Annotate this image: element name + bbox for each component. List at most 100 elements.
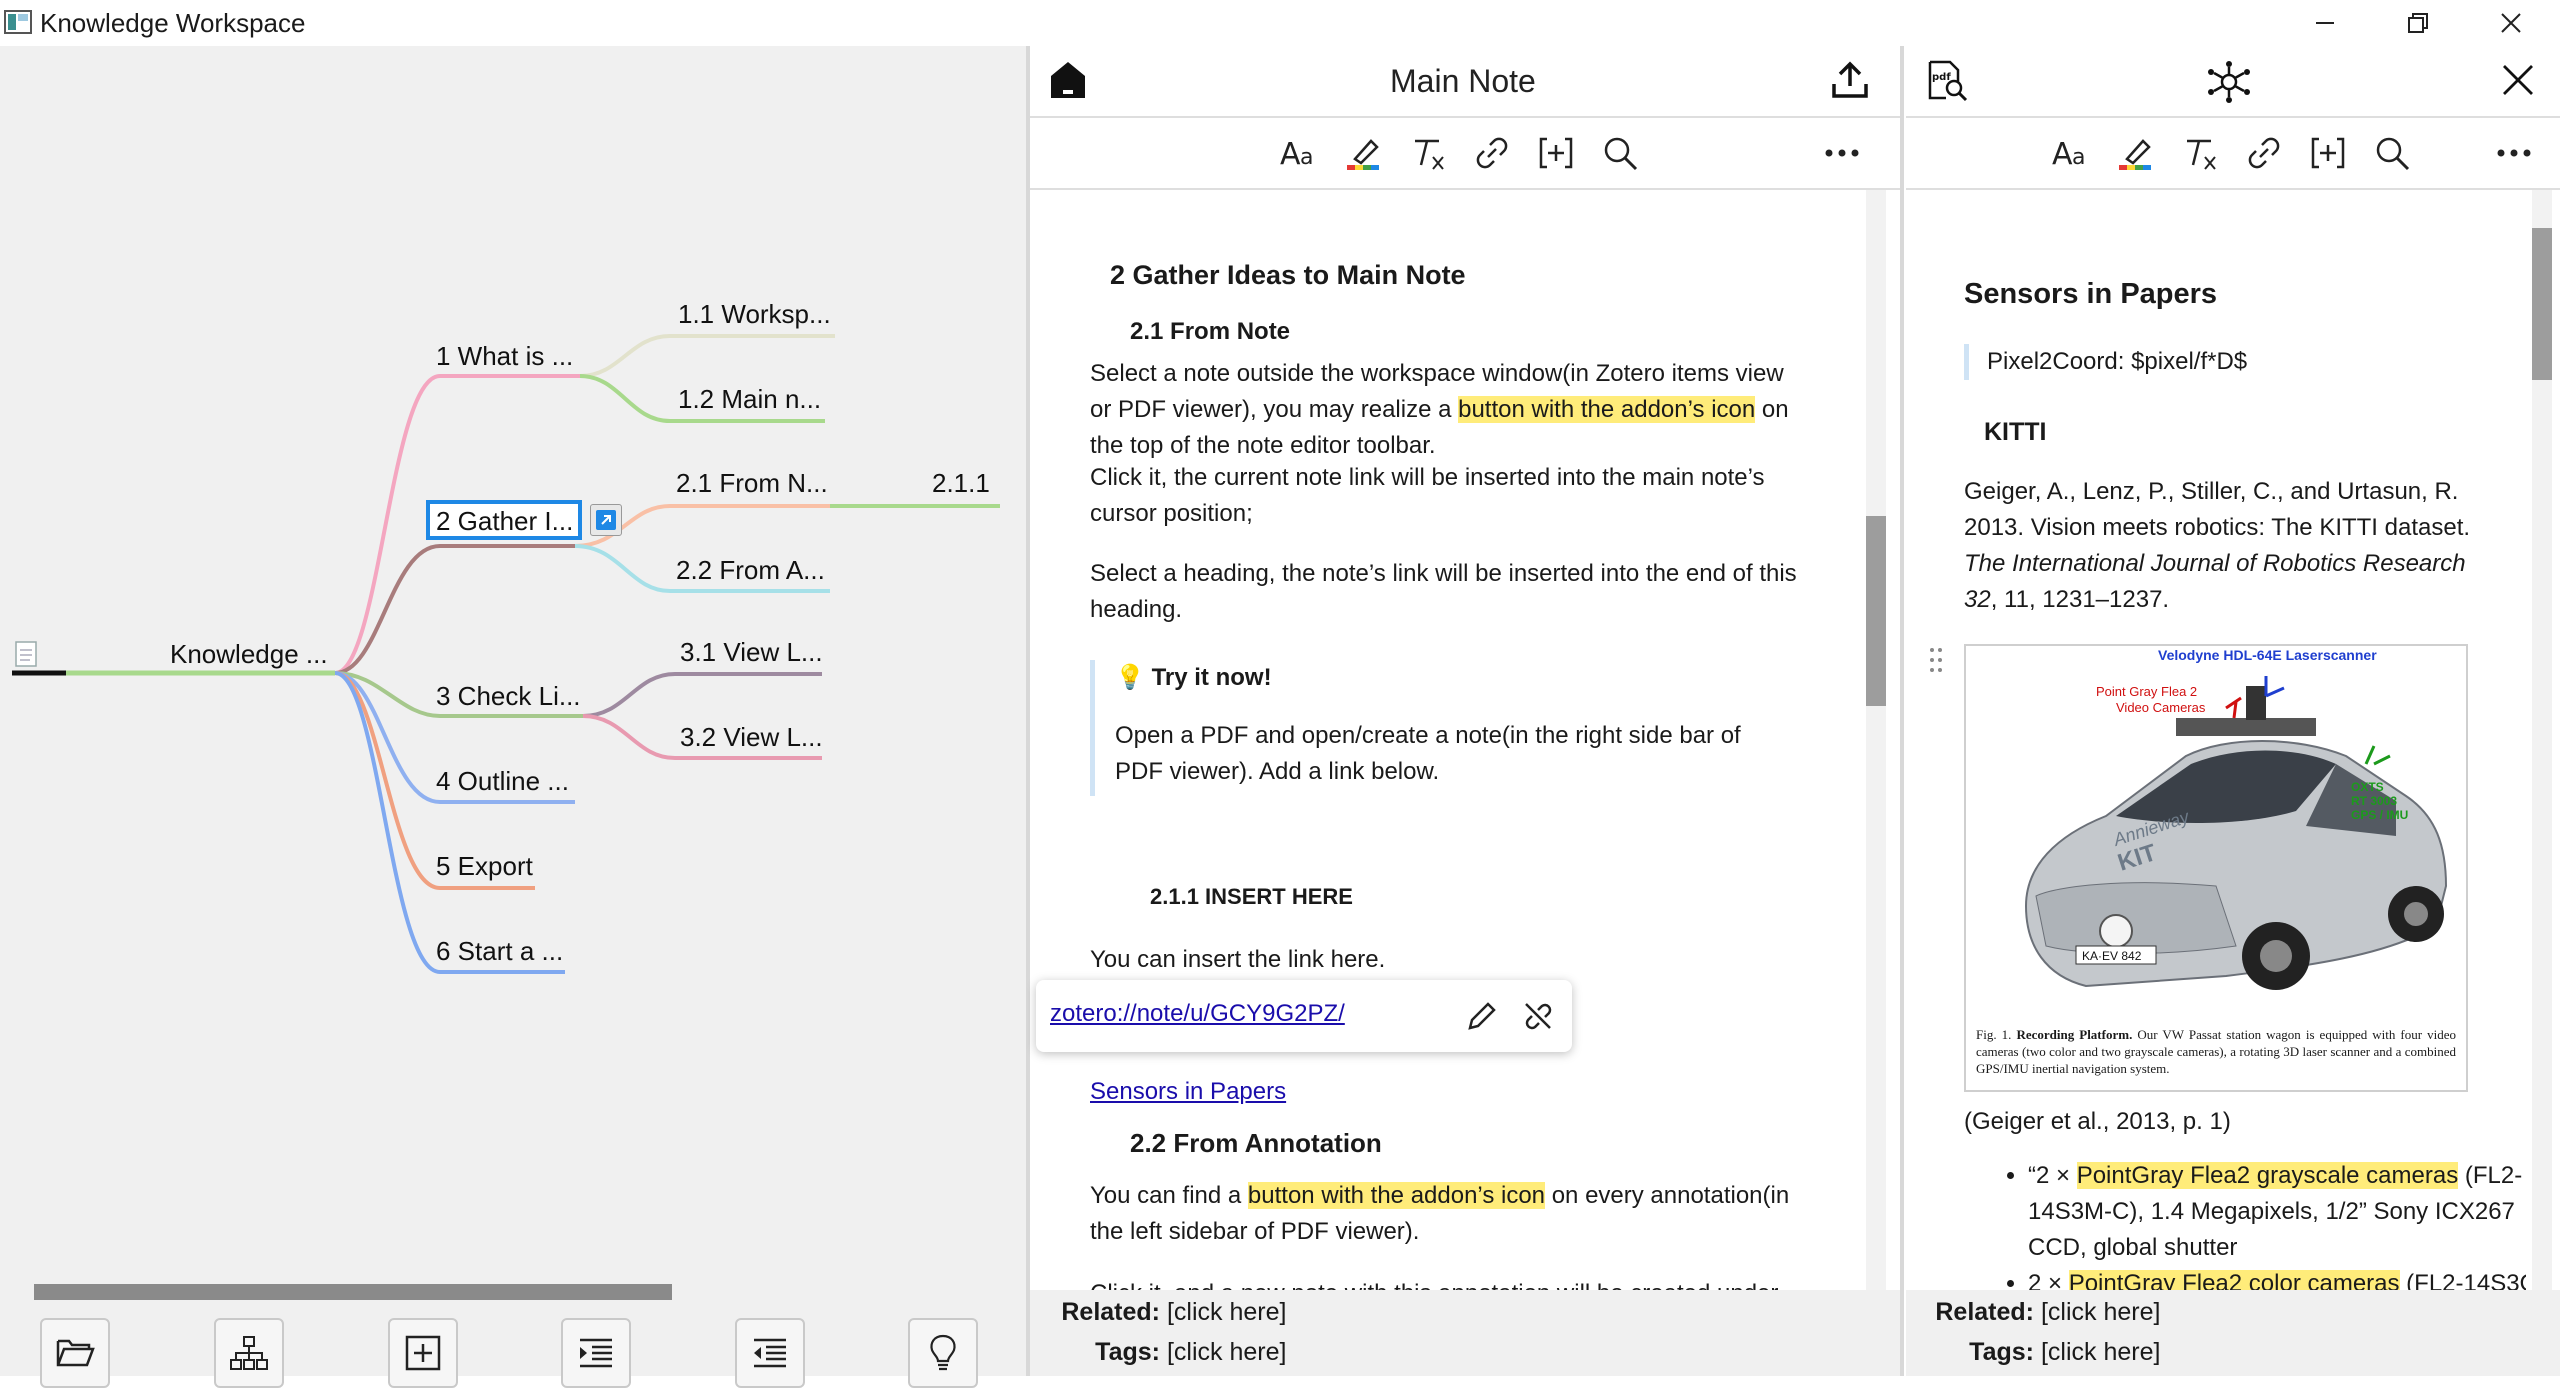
pane-divider-right[interactable] <box>1900 46 1904 1376</box>
close-window-button[interactable] <box>2476 0 2546 46</box>
idea-button[interactable] <box>908 1318 978 1388</box>
preview-scrollbar-thumb[interactable] <box>2532 228 2552 380</box>
horizontal-scrollbar[interactable] <box>34 1284 672 1300</box>
svg-text:Point Gray Flea 2: Point Gray Flea 2 <box>2096 684 2197 699</box>
mindmap-node-3-1[interactable]: 3.1 View L... <box>680 636 823 668</box>
bullet-list: “2 × PointGray Flea2 grayscale cameras (… <box>1964 1158 2526 1290</box>
paragraph-3: Select a heading, the note’s link will b… <box>1090 560 1797 623</box>
edit-pencil-icon[interactable] <box>1466 1000 1498 1032</box>
insert-link-button[interactable] <box>2244 133 2284 173</box>
related-value[interactable]: [click here] <box>2041 1298 2160 1326</box>
tip-callout: 💡 Try it now! Open a PDF and open/create… <box>1090 660 1795 796</box>
highlighter-icon <box>2119 139 2151 170</box>
insert-citation-button[interactable] <box>1536 133 1576 173</box>
link-icon <box>2248 137 2280 169</box>
clear-format-icon <box>1415 139 1444 170</box>
related-row: Related: [click here] <box>1061 1298 1287 1326</box>
node-link-badge[interactable] <box>590 504 622 536</box>
mindmap-node-2-1[interactable]: 2.1 From N... <box>676 467 828 499</box>
tree-structure-icon <box>230 1336 268 1370</box>
insert-citation-button[interactable] <box>2308 133 2348 173</box>
indent-button[interactable] <box>561 1318 631 1388</box>
mindmap-node-1[interactable]: 1 What is ... <box>436 340 573 372</box>
more-options-button[interactable] <box>1822 133 1862 173</box>
text-format-button[interactable]: Aa <box>2052 133 2092 173</box>
clear-format-button[interactable] <box>2180 133 2220 173</box>
mindmap-node-2-selected[interactable]: 2 Gather I... <box>426 500 582 540</box>
mindmap-pane[interactable]: Knowledge ... 1 What is ... 1.1 Worksp..… <box>0 46 1026 1388</box>
mindmap-node-5[interactable]: 5 Export <box>436 850 533 882</box>
mindmap-node-3-2[interactable]: 3.2 View L... <box>680 721 823 753</box>
mindmap-node-3[interactable]: 3 Check Li... <box>436 680 581 712</box>
related-value[interactable]: [click here] <box>1167 1298 1286 1326</box>
tags-value[interactable]: [click here] <box>2041 1338 2160 1366</box>
main-note-scrollbar-thumb[interactable] <box>1866 516 1886 706</box>
bullet-item-2: 2 × PointGray Flea2 color cameras (FL2-1… <box>2028 1266 2526 1290</box>
clear-format-button[interactable] <box>1408 133 1448 173</box>
mindmap-node-6[interactable]: 6 Start a ... <box>436 935 563 967</box>
highlight-button[interactable] <box>1344 133 1384 173</box>
main-note-scrollbar-track[interactable] <box>1866 190 1886 1290</box>
insert-link-button[interactable] <box>1472 133 1512 173</box>
sensors-note-link[interactable]: Sensors in Papers <box>1090 1074 1286 1110</box>
highlight-button[interactable] <box>2116 133 2156 173</box>
find-button[interactable] <box>2372 133 2412 173</box>
outdent-icon <box>754 1338 786 1368</box>
main-note-toolbar: Aa <box>1030 118 1900 190</box>
highlighter-icon <box>1347 139 1379 170</box>
mindmap-root-node[interactable]: Knowledge ... <box>170 638 328 670</box>
indent-icon <box>580 1338 612 1368</box>
paragraph-1: Select a note outside the workspace wind… <box>1090 360 1789 459</box>
minimize-button[interactable] <box>2290 0 2360 46</box>
export-upload-icon[interactable] <box>1830 60 1870 100</box>
unlink-icon[interactable] <box>1522 1000 1554 1032</box>
mindmap-branches <box>12 334 1000 974</box>
preview-note-content[interactable]: Sensors in Papers Pixel2Coord: $pixel/f*… <box>1906 192 2526 1290</box>
find-button[interactable] <box>1600 133 1640 173</box>
paragraph-2: Click it, the current note link will be … <box>1090 464 1765 527</box>
mindmap-layout-button[interactable] <box>214 1318 284 1388</box>
svg-text:a: a <box>2072 145 2085 170</box>
home-icon[interactable] <box>1048 60 1088 100</box>
add-node-button[interactable] <box>388 1318 458 1388</box>
main-note-content[interactable]: 2 Gather Ideas to Main Note 2.1 From Not… <box>1030 190 1860 1290</box>
svg-text:GPS / IMU: GPS / IMU <box>2351 808 2408 822</box>
outdent-button[interactable] <box>735 1318 805 1388</box>
lightbulb-emoji-icon: 💡 <box>1115 664 1145 691</box>
note-doc-icon <box>15 641 37 667</box>
heading-2-1-1: 2.1.1 INSERT HERE <box>1150 884 1353 909</box>
svg-text:OXTS: OXTS <box>2351 780 2384 794</box>
add-node-icon <box>405 1335 441 1371</box>
graph-network-icon[interactable] <box>2206 60 2252 104</box>
restore-button[interactable] <box>2383 0 2453 46</box>
close-icon[interactable] <box>2502 64 2534 96</box>
mindmap-node-1-1[interactable]: 1.1 Worksp... <box>678 298 831 330</box>
citation[interactable]: (Geiger et al., 2013, p. 1) <box>1964 1104 2231 1140</box>
bullet-item-1: “2 × PointGray Flea2 grayscale cameras (… <box>2028 1158 2526 1266</box>
section-kitti: KITTI <box>1984 418 2047 446</box>
preview-toolbar: Aa <box>1906 118 2560 190</box>
main-note-footer: Related: [click here] Tags: [click here] <box>1030 1290 1900 1376</box>
heading-2-2: 2.2 From Annotation <box>1130 1128 1382 1158</box>
main-note-header: Main Note <box>1030 46 1900 118</box>
svg-text:KA·EV 842: KA·EV 842 <box>2082 949 2142 963</box>
drag-handle-icon[interactable] <box>1928 646 1944 676</box>
tip-body: Open a PDF and open/create a note(in the… <box>1115 722 1741 785</box>
pdf-search-icon[interactable]: pdf <box>1926 60 1968 102</box>
mindmap-node-2-2[interactable]: 2.2 From A... <box>676 554 825 586</box>
open-folder-icon <box>56 1339 95 1367</box>
tags-row: Tags: [click here] <box>1095 1338 1287 1366</box>
heading-2-1: 2.1 From Note <box>1130 318 1291 345</box>
mindmap-node-4[interactable]: 4 Outline ... <box>436 765 569 797</box>
tags-row: Tags: [click here] <box>1969 1338 2161 1366</box>
svg-text:a: a <box>1300 145 1313 170</box>
mindmap-node-1-2[interactable]: 1.2 Main n... <box>678 383 821 415</box>
text-format-button[interactable]: Aa <box>1280 133 1320 173</box>
popup-link-url[interactable]: zotero://note/u/GCY9G2PZ/ <box>1050 996 1345 1032</box>
more-options-button[interactable] <box>2494 133 2534 173</box>
open-folder-button[interactable] <box>40 1318 110 1388</box>
tags-value[interactable]: [click here] <box>1167 1338 1286 1366</box>
preview-footer: Related: [click here] Tags: [click here] <box>1906 1290 2560 1376</box>
mindmap-node-2-1-1[interactable]: 2.1.1 <box>932 467 990 499</box>
kitti-figure[interactable]: Velodyne HDL-64E Laserscanner Point Gray… <box>1964 644 2468 1092</box>
